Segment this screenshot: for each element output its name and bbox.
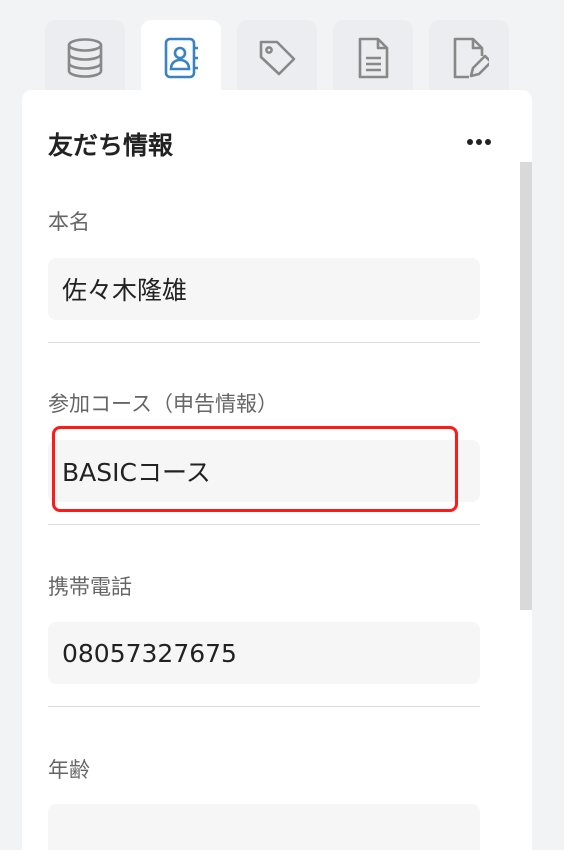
tab-edit-document[interactable]	[429, 20, 509, 96]
document-icon	[358, 37, 389, 79]
edit-document-icon	[453, 37, 489, 79]
field-mobile-phone[interactable]: 08057327675	[48, 622, 480, 684]
tab-document[interactable]	[333, 20, 413, 96]
divider	[48, 342, 480, 343]
field-age[interactable]	[48, 804, 480, 850]
more-options-button[interactable]	[462, 130, 496, 154]
field-label-mobile-phone: 携帯電話	[48, 575, 132, 599]
field-label-age: 年齢	[48, 758, 90, 782]
scrollbar[interactable]	[520, 162, 532, 850]
tab-tag[interactable]	[237, 20, 317, 96]
field-label-course: 参加コース（申告情報）	[48, 392, 278, 416]
field-course[interactable]: BASICコース	[48, 440, 480, 502]
ellipsis-icon	[467, 139, 473, 145]
scrollbar-thumb[interactable]	[520, 162, 532, 610]
contact-book-icon	[164, 37, 198, 79]
tab-contact[interactable]	[141, 20, 221, 96]
field-real-name[interactable]: 佐々木隆雄	[48, 258, 480, 320]
tag-icon	[259, 40, 296, 76]
tab-bar	[45, 20, 525, 96]
divider	[48, 524, 480, 525]
field-label-real-name: 本名	[48, 210, 90, 234]
divider	[48, 706, 480, 707]
panel-title: 友だち情報	[48, 131, 174, 160]
friend-info-panel: 友だち情報 本名 佐々木隆雄 参加コース（申告情報） BASICコース 携帯電話…	[22, 90, 532, 850]
tab-database[interactable]	[45, 20, 125, 96]
database-icon	[67, 38, 103, 78]
